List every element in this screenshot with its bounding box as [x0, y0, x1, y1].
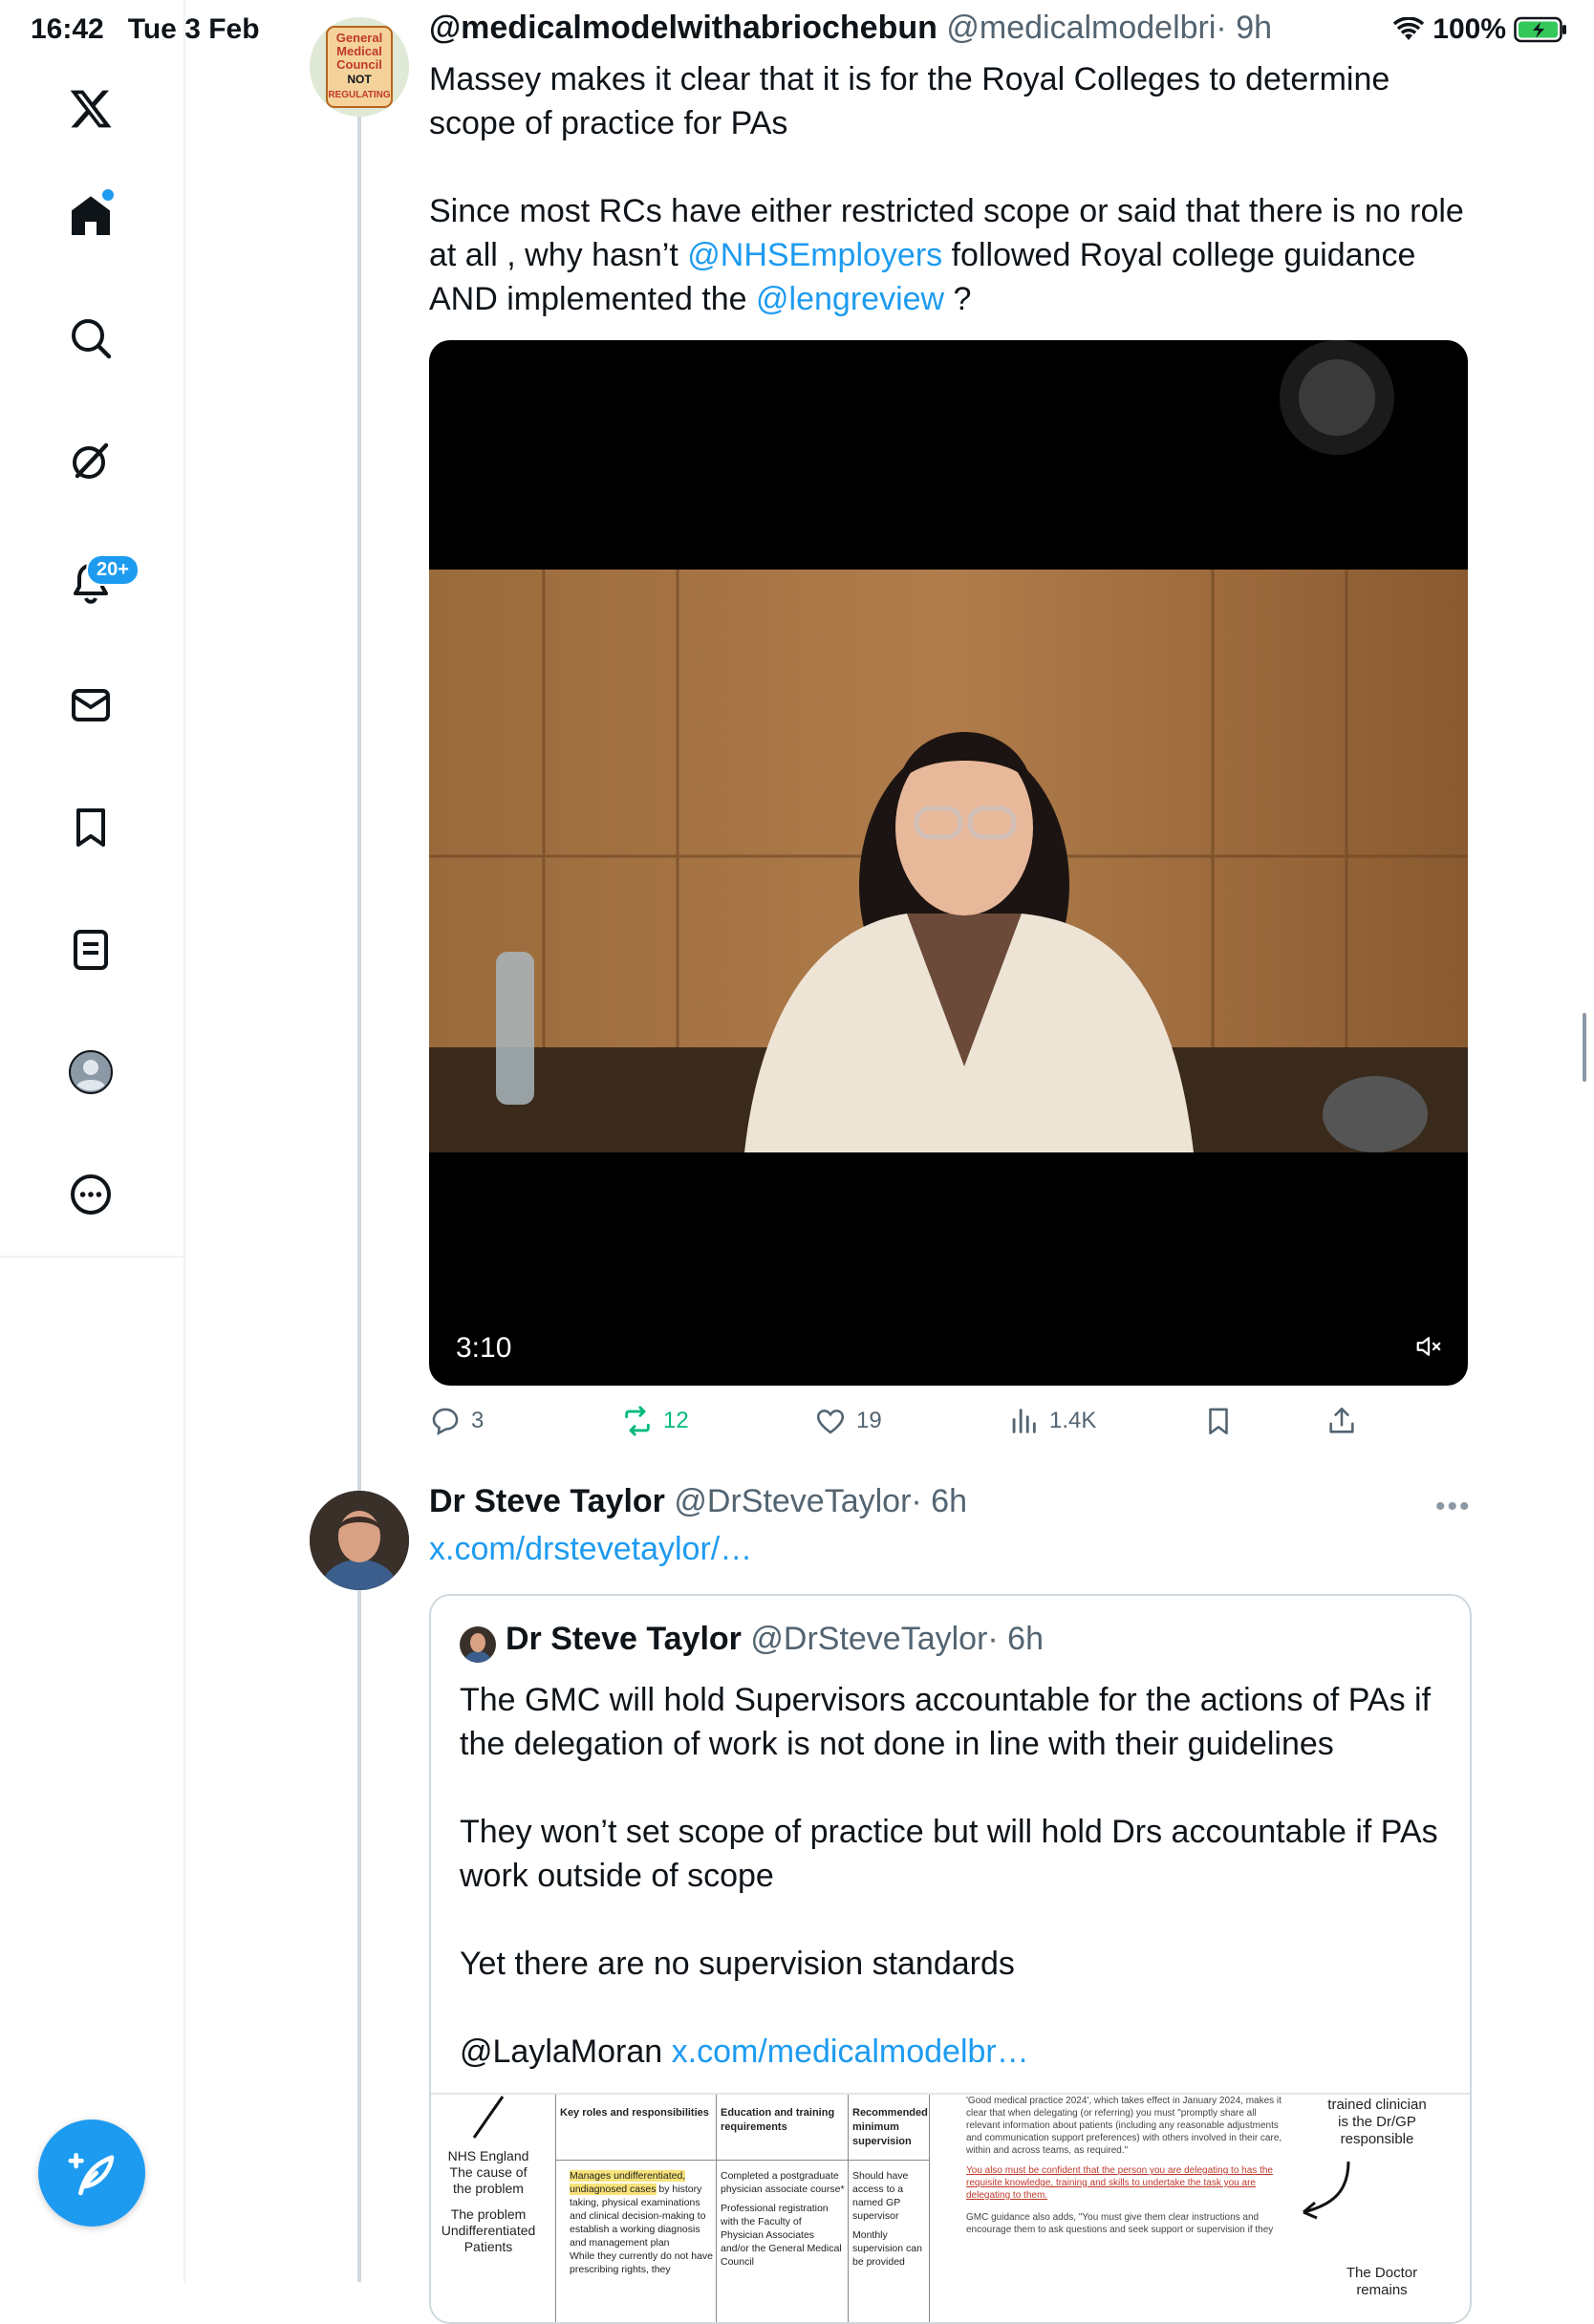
bookmark-button[interactable]: [1202, 1405, 1235, 1437]
avatar[interactable]: [310, 1491, 409, 1590]
like-count: 19: [856, 1408, 882, 1433]
table-header: Recommended minimum supervision: [852, 2107, 928, 2147]
views-icon: [1012, 1409, 1036, 1433]
handwritten-note-right-bottom: The Doctor remains: [1346, 2265, 1418, 2298]
share-icon: [1329, 1407, 1354, 1433]
search-icon[interactable]: [62, 310, 119, 367]
views-button[interactable]: 1.4K: [1007, 1405, 1096, 1437]
quote-mention: @LaylaMoran: [460, 2034, 663, 2070]
quote-timestamp: · 6h: [987, 1621, 1044, 1657]
mention-link[interactable]: @NHSEmployers: [687, 237, 942, 273]
reply-button[interactable]: 3: [429, 1405, 484, 1437]
quote-image: NHS England The cause of the problem The…: [431, 2093, 1470, 2322]
avatar-text-line: REGULATING: [328, 90, 391, 100]
repost-button[interactable]: 12: [621, 1405, 689, 1437]
table-cell: Manages undifferentiated, undiagnosed ca…: [570, 2170, 713, 2275]
avatar-text-line: Council: [336, 57, 382, 72]
reply-icon: [432, 1408, 459, 1436]
compose-feather-icon: [68, 2153, 115, 2196]
share-button[interactable]: [1325, 1405, 1358, 1437]
bookmark-icon: [1209, 1408, 1228, 1435]
video-duration: 3:10: [456, 1332, 512, 1364]
timestamp[interactable]: · 6h: [911, 1483, 967, 1519]
lists-icon[interactable]: [62, 921, 119, 979]
x-logo-icon[interactable]: [62, 80, 119, 138]
table-cell: Completed a postgraduate physician assoc…: [721, 2170, 845, 2268]
video-overlay-button[interactable]: [1299, 359, 1375, 436]
avatar-text-line: Medical: [336, 44, 382, 58]
more-icon[interactable]: [62, 1166, 119, 1223]
quote-link: x.com/medicalmodelbr…: [671, 2034, 1029, 2070]
mute-icon[interactable]: [1414, 1332, 1443, 1361]
quote-handle: @DrSteveTaylor: [750, 1621, 988, 1657]
messages-icon[interactable]: [62, 677, 119, 734]
handle[interactable]: @medicalmodelbri: [946, 10, 1216, 46]
home-notification-dot: [102, 189, 114, 201]
sidebar-border: [183, 0, 185, 2282]
grok-icon[interactable]: [62, 432, 119, 489]
scroll-indicator[interactable]: [1583, 1013, 1586, 1082]
status-date: Tue 3 Feb: [127, 13, 260, 45]
avatar-text-line: General: [336, 31, 382, 45]
tweet-header: Dr Steve Taylor @DrSteveTaylor· 6h: [429, 1483, 967, 1520]
thread-line: [357, 115, 361, 2282]
timestamp[interactable]: · 9h: [1216, 10, 1272, 46]
battery-charging-icon: [1514, 16, 1566, 43]
quote-avatar: [460, 1626, 496, 1663]
like-button[interactable]: 19: [814, 1405, 882, 1437]
table-header: Key roles and responsibilities: [560, 2107, 709, 2119]
handwritten-note-right: trained clinician is the Dr/GP responsib…: [1327, 2097, 1427, 2147]
tweet-paragraph: Since most RCs have either restricted sc…: [429, 193, 1464, 317]
quote-tweet[interactable]: Dr Steve Taylor @DrSteveTaylor· 6h The G…: [429, 1594, 1472, 2324]
handwritten-arrow: [1303, 2161, 1350, 2220]
handle[interactable]: @DrSteveTaylor: [674, 1483, 911, 1519]
quote-paragraph: Yet there are no supervision standards: [460, 1946, 1015, 1982]
video-player[interactable]: 3:10: [429, 340, 1468, 1386]
tweet-text: Massey makes it clear that it is for the…: [429, 57, 1471, 321]
avatar-text-line: NOT: [347, 73, 372, 86]
gmc-guidance-text: 'Good medical practice 2024', which take…: [966, 2096, 1282, 2235]
status-indicators: 100%: [1392, 13, 1567, 46]
repost-count: 12: [663, 1408, 689, 1433]
quote-display-name: Dr Steve Taylor: [506, 1621, 742, 1657]
bookmarks-icon[interactable]: [62, 799, 119, 856]
more-options-icon[interactable]: •••: [1435, 1491, 1472, 1523]
quote-header: Dr Steve Taylor @DrSteveTaylor· 6h: [506, 1621, 1044, 1658]
display-name[interactable]: Dr Steve Taylor: [429, 1483, 665, 1519]
sidebar-separator: [0, 1256, 183, 1258]
handwritten-line: [472, 2096, 505, 2139]
mention-link[interactable]: @lengreview: [756, 281, 944, 317]
notifications-badge: 20+: [86, 554, 140, 586]
tweet-paragraph: Massey makes it clear that it is for the…: [429, 61, 1390, 141]
table-header: Education and training requirements: [721, 2107, 835, 2133]
wifi-icon: [1393, 17, 1425, 40]
status-time: 16:42 Tue 3 Feb: [31, 13, 260, 45]
quote-paragraph: The GMC will hold Supervisors accountabl…: [460, 1682, 1432, 1762]
reply-count: 3: [471, 1408, 485, 1433]
views-count: 1.4K: [1049, 1408, 1097, 1433]
display-name[interactable]: @medicalmodelwithabriochebun: [429, 10, 937, 46]
quote-paragraph: @LaylaMoran x.com/medicalmodelbr…: [460, 2030, 1454, 2074]
compose-button[interactable]: [38, 2120, 145, 2227]
quote-text: The GMC will hold Supervisors accountabl…: [460, 1678, 1454, 2074]
repost-icon: [625, 1406, 650, 1436]
video-frame: [429, 570, 1468, 1152]
battery-percent: 100%: [1432, 13, 1506, 45]
tweet-header: @medicalmodelwithabriochebun @medicalmod…: [429, 10, 1272, 47]
profile-icon[interactable]: [62, 1044, 119, 1101]
table-cell: Should have access to a named GP supervi…: [852, 2170, 922, 2268]
tweet-link[interactable]: x.com/drstevetaylor/…: [429, 1531, 752, 1568]
avatar[interactable]: General Medical Council NOT REGULATING: [310, 17, 409, 117]
heart-icon: [816, 1409, 845, 1434]
quote-paragraph: They won’t set scope of practice but wil…: [460, 1814, 1438, 1894]
doc-table: Key roles and responsibilities Education…: [555, 2095, 930, 2322]
handwritten-note-left: NHS England The cause of the problem The…: [441, 2148, 536, 2254]
